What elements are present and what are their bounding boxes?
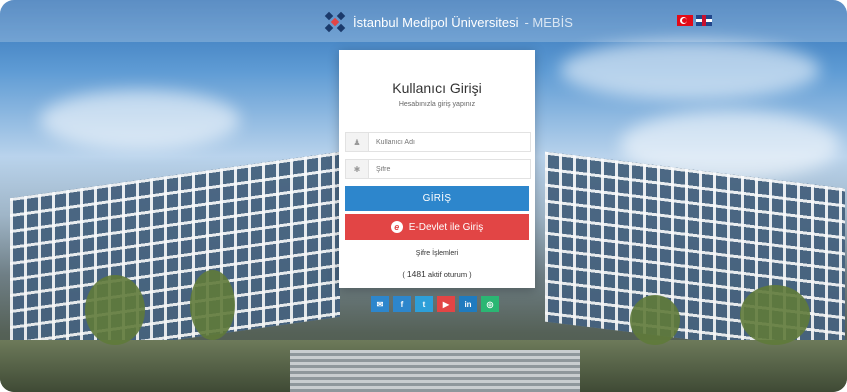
linkedin-icon[interactable]: in bbox=[459, 296, 477, 312]
login-button[interactable]: GİRİŞ bbox=[345, 186, 529, 211]
user-icon: ♟ bbox=[346, 133, 369, 151]
brand-suffix: - MEBİS bbox=[524, 14, 573, 30]
en-flag-icon[interactable] bbox=[696, 15, 712, 26]
youtube-icon[interactable]: ▶ bbox=[437, 296, 455, 312]
login-page: İstanbul Medipol Üniversitesi - MEBİS Ku… bbox=[0, 0, 847, 392]
background-stairs bbox=[290, 350, 580, 392]
username-group: ♟ bbox=[345, 132, 531, 152]
edevlet-login-button[interactable]: e E-Devlet ile Giriş bbox=[345, 214, 529, 240]
active-sessions-count: 1481 bbox=[406, 269, 426, 279]
brand-name: İstanbul Medipol Üniversitesi bbox=[353, 14, 519, 30]
facebook-icon[interactable]: f bbox=[393, 296, 411, 312]
login-card: Kullanıcı Girişi Hesabınızla giriş yapın… bbox=[339, 50, 535, 288]
tr-flag-icon[interactable] bbox=[677, 15, 693, 26]
background-tree bbox=[630, 295, 680, 345]
language-switcher bbox=[677, 15, 712, 26]
login-subtitle: Hesabınızla giriş yapınız bbox=[398, 101, 476, 108]
login-title: Kullanıcı Girişi bbox=[392, 80, 482, 96]
edevlet-label: E-Devlet ile Giriş bbox=[408, 221, 484, 233]
background-tree bbox=[190, 270, 235, 340]
background-building-left bbox=[10, 151, 340, 364]
username-input[interactable] bbox=[369, 133, 530, 151]
password-input[interactable] bbox=[369, 160, 530, 178]
social-links: ✉ f t ▶ in ◎ bbox=[371, 296, 499, 312]
instagram-icon[interactable]: ◎ bbox=[481, 296, 499, 312]
mail-icon[interactable]: ✉ bbox=[371, 296, 389, 312]
background-cloud bbox=[560, 40, 820, 100]
top-bar: İstanbul Medipol Üniversitesi - MEBİS bbox=[0, 0, 847, 42]
background-cloud bbox=[40, 90, 240, 150]
asterisk-icon: ✱ bbox=[346, 160, 369, 178]
background-tree bbox=[740, 285, 810, 345]
brand[interactable]: İstanbul Medipol Üniversitesi - MEBİS bbox=[323, 11, 573, 33]
background-tree bbox=[85, 275, 145, 345]
twitter-icon[interactable]: t bbox=[415, 296, 433, 312]
active-sessions-suffix: aktif oturum ) bbox=[425, 270, 472, 279]
password-group: ✱ bbox=[345, 159, 531, 179]
password-operations-link[interactable]: Şifre İşlemleri bbox=[339, 250, 535, 257]
active-sessions: ( 1481 aktif oturum ) bbox=[339, 269, 535, 279]
university-logo-icon bbox=[323, 11, 347, 33]
edevlet-icon: e bbox=[390, 221, 403, 233]
